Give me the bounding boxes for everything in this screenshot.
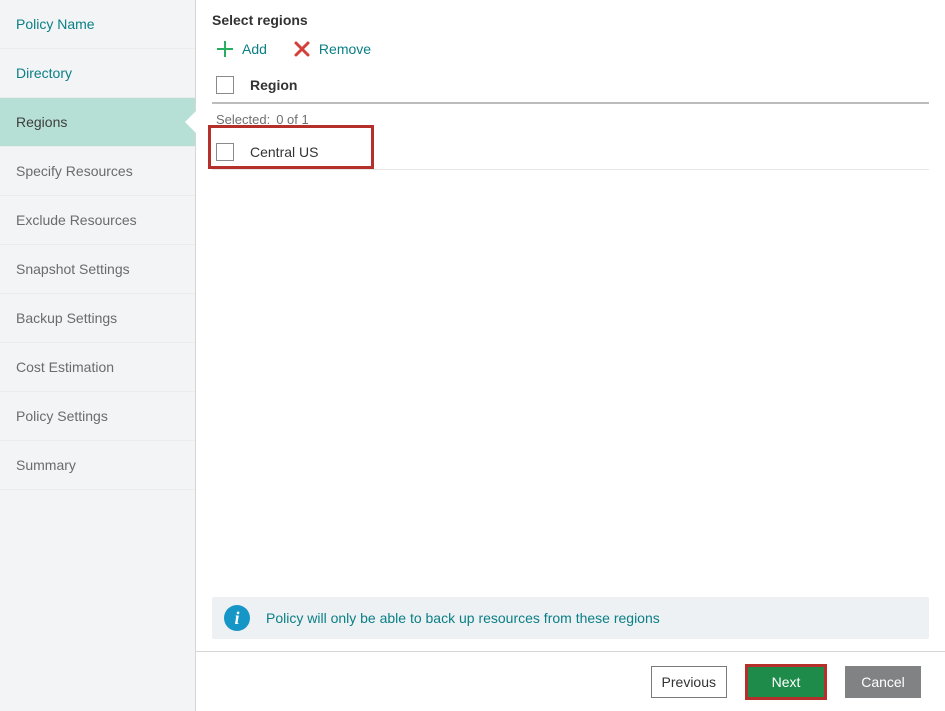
region-row-checkbox[interactable] — [216, 143, 234, 161]
sidebar-item-label: Specify Resources — [16, 163, 133, 179]
region-toolbar: Add Remove — [212, 40, 929, 68]
region-row[interactable]: Central US — [212, 135, 929, 170]
next-button-label: Next — [772, 674, 801, 690]
wizard-main: Select regions Add Remove — [196, 0, 945, 711]
sidebar-item-backup-settings: Backup Settings — [0, 294, 195, 343]
page-title: Select regions — [212, 12, 929, 28]
info-panel: i Policy will only be able to back up re… — [212, 597, 929, 639]
region-row-name: Central US — [250, 144, 318, 160]
sidebar-item-snapshot-settings: Snapshot Settings — [0, 245, 195, 294]
selection-summary-value: 0 of 1 — [276, 112, 309, 127]
sidebar-item-specify-resources: Specify Resources — [0, 147, 195, 196]
cancel-button-label: Cancel — [861, 674, 905, 690]
add-button[interactable]: Add — [216, 40, 267, 58]
sidebar-item-exclude-resources: Exclude Resources — [0, 196, 195, 245]
sidebar-item-summary: Summary — [0, 441, 195, 490]
wizard-content: Select regions Add Remove — [196, 0, 945, 651]
sidebar-item-label: Snapshot Settings — [16, 261, 130, 277]
wizard-sidebar: Policy Name Directory Regions Specify Re… — [0, 0, 196, 711]
remove-button[interactable]: Remove — [293, 40, 371, 58]
previous-button-label: Previous — [662, 674, 716, 690]
sidebar-item-label: Policy Settings — [16, 408, 108, 424]
selection-summary: Selected: 0 of 1 — [212, 104, 929, 135]
sidebar-item-cost-estimation: Cost Estimation — [0, 343, 195, 392]
info-icon: i — [224, 605, 250, 631]
x-icon — [293, 40, 311, 58]
selection-summary-prefix: Selected: — [216, 112, 270, 127]
previous-button[interactable]: Previous — [651, 666, 727, 698]
region-column-header: Region — [250, 77, 297, 93]
wizard-footer: Previous Next Cancel — [196, 651, 945, 711]
plus-icon — [216, 40, 234, 58]
sidebar-item-directory[interactable]: Directory — [0, 49, 195, 98]
sidebar-item-label: Directory — [16, 65, 72, 81]
sidebar-item-label: Regions — [16, 114, 67, 130]
cancel-button[interactable]: Cancel — [845, 666, 921, 698]
sidebar-item-label: Policy Name — [16, 16, 95, 32]
next-button[interactable]: Next — [745, 664, 827, 700]
sidebar-item-regions[interactable]: Regions — [0, 98, 195, 147]
region-table-header: Region — [212, 68, 929, 104]
sidebar-item-policy-settings: Policy Settings — [0, 392, 195, 441]
remove-button-label: Remove — [319, 41, 371, 57]
sidebar-item-label: Exclude Resources — [16, 212, 137, 228]
select-all-checkbox[interactable] — [216, 76, 234, 94]
add-button-label: Add — [242, 41, 267, 57]
policy-wizard: Policy Name Directory Regions Specify Re… — [0, 0, 945, 711]
sidebar-item-label: Cost Estimation — [16, 359, 114, 375]
sidebar-item-policy-name[interactable]: Policy Name — [0, 0, 195, 49]
sidebar-item-label: Backup Settings — [16, 310, 117, 326]
info-text: Policy will only be able to back up reso… — [266, 610, 660, 626]
sidebar-item-label: Summary — [16, 457, 76, 473]
